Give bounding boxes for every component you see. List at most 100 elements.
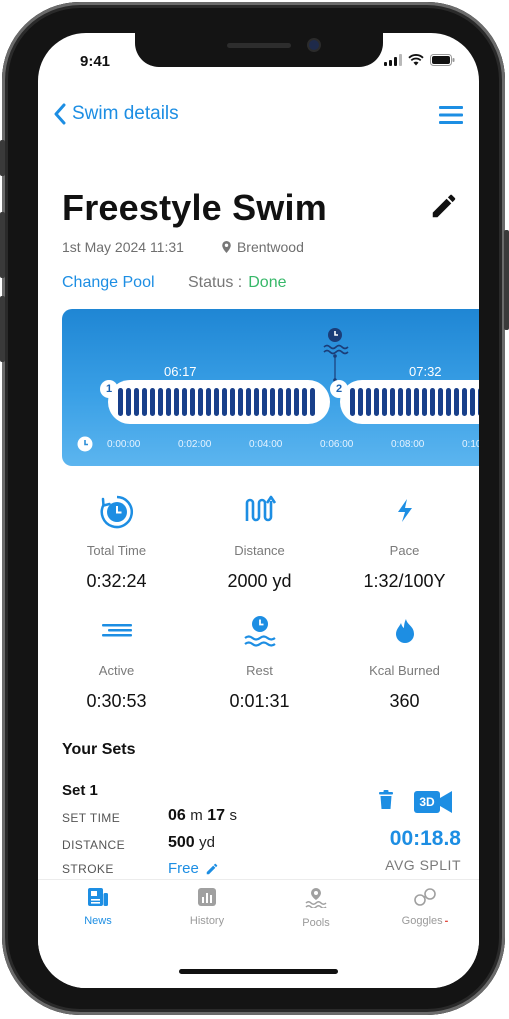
stroke-value: Free [168, 860, 199, 877]
goggles-status-badge: - [444, 915, 449, 927]
time-tick: 0:08:00 [391, 439, 425, 450]
flame-icon [395, 619, 414, 643]
stroke-bar [478, 388, 479, 416]
speaker [227, 43, 291, 48]
volume-down-button [0, 296, 5, 362]
distance-number: 500 [168, 834, 195, 851]
back-label: Swim details [72, 103, 179, 124]
lap-bar-1[interactable] [108, 380, 330, 424]
sets-section-title: Your Sets [62, 741, 136, 758]
back-button[interactable]: Swim details [54, 103, 179, 125]
tab-pools[interactable]: Pools [261, 888, 371, 929]
stroke-bar [302, 388, 307, 416]
screen: 9:41 Swim details Freestyle Swim 1st May… [38, 33, 479, 988]
stroke-bar [246, 388, 251, 416]
tab-label: History [189, 915, 225, 927]
set-time-label: SET TIME [62, 811, 121, 825]
mute-switch [0, 140, 5, 176]
tab-history[interactable]: History [152, 888, 262, 927]
stroke-bar [254, 388, 259, 416]
power-button [504, 230, 509, 330]
swim-datetime: 1st May 2024 11:31 [62, 239, 184, 255]
delete-set-button[interactable] [378, 790, 394, 815]
stat-rest: Rest 0:01:31 [186, 613, 333, 712]
stroke-bar [462, 388, 467, 416]
news-icon [88, 888, 108, 906]
status-icons [384, 54, 455, 66]
chevron-left-icon [54, 103, 66, 125]
stat-label: Total Time [86, 543, 147, 558]
stroke-bar [222, 388, 227, 416]
stroke-bar [174, 388, 179, 416]
lap-timeline[interactable]: 06:17 1 07:32 2 0:00:00 0:02:00 0:04:00 … [62, 309, 479, 466]
stroke-bar [454, 388, 459, 416]
timer-icon [100, 495, 133, 529]
trash-icon [379, 790, 393, 809]
lap-bar-2[interactable] [340, 380, 479, 424]
time-tick: 0:10 [462, 439, 479, 450]
battery-icon [430, 54, 455, 66]
change-pool-link[interactable]: Change Pool [62, 274, 155, 292]
stroke-bar [206, 388, 211, 416]
stroke-bar [286, 388, 291, 416]
stroke-bar [310, 388, 315, 416]
video-camera-icon [440, 791, 452, 813]
rest-icon [243, 616, 276, 647]
stroke-label: STROKE [62, 862, 114, 876]
stat-value: 360 [389, 691, 420, 711]
stat-total-time: Total Time 0:32:24 [43, 493, 190, 592]
location-label: Brentwood [236, 239, 304, 255]
clock-icon [77, 436, 93, 452]
time-tick: 0:06:00 [320, 439, 354, 450]
volume-up-button [0, 212, 5, 278]
stat-kcal: Kcal Burned 360 [331, 613, 478, 712]
stroke-bar [134, 388, 139, 416]
location-pin-icon [222, 241, 231, 253]
stroke-bar [126, 388, 131, 416]
menu-button[interactable] [439, 105, 463, 130]
tab-news[interactable]: News [43, 888, 153, 927]
rest-marker-icon [323, 328, 349, 382]
stroke-bar [190, 388, 195, 416]
pencil-icon [206, 863, 218, 874]
stroke-bar [238, 388, 243, 416]
stroke-bar [414, 388, 419, 416]
pool-location-icon [305, 888, 327, 909]
stat-active: Active 0:30:53 [43, 613, 190, 712]
stat-value: 0:01:31 [229, 691, 290, 711]
stat-value: 0:32:24 [86, 571, 147, 591]
tab-label: Pools [302, 917, 330, 929]
stat-label: Distance [234, 543, 285, 558]
stroke-bar [406, 388, 411, 416]
stroke-bar [438, 388, 443, 416]
stroke-bar [158, 388, 163, 416]
stroke-bar [358, 388, 363, 416]
status-row: Status : Done [188, 274, 287, 292]
signal-icon [384, 54, 402, 66]
front-camera [309, 40, 319, 50]
goggles-icon [414, 888, 436, 906]
seconds-unit: s [229, 807, 237, 824]
view-3d-button[interactable]: 3D [414, 791, 454, 813]
stroke-bar [470, 388, 475, 416]
stroke-bar [262, 388, 267, 416]
distance-icon [245, 495, 276, 522]
stroke-bar [278, 388, 283, 416]
active-lines-icon [101, 624, 132, 637]
edit-title-button[interactable] [429, 191, 459, 226]
stroke-bar [390, 388, 395, 416]
stroke-bar [142, 388, 147, 416]
set-time-seconds: 17 [207, 807, 225, 824]
status-value: Done [248, 274, 287, 291]
status-label: Status : [188, 274, 243, 291]
hamburger-icon [439, 106, 463, 124]
stat-value: 2000 yd [227, 571, 292, 591]
set-name: Set 1 [62, 782, 98, 799]
history-chart-icon [198, 888, 216, 906]
stroke-selector[interactable]: Free [168, 860, 219, 877]
stat-pace: Pace 1:32/100Y [331, 493, 478, 592]
3d-label: 3D [414, 791, 440, 813]
tab-goggles[interactable]: Goggles - [370, 888, 479, 927]
swim-location: Brentwood [222, 239, 304, 255]
time-tick: 0:02:00 [178, 439, 212, 450]
